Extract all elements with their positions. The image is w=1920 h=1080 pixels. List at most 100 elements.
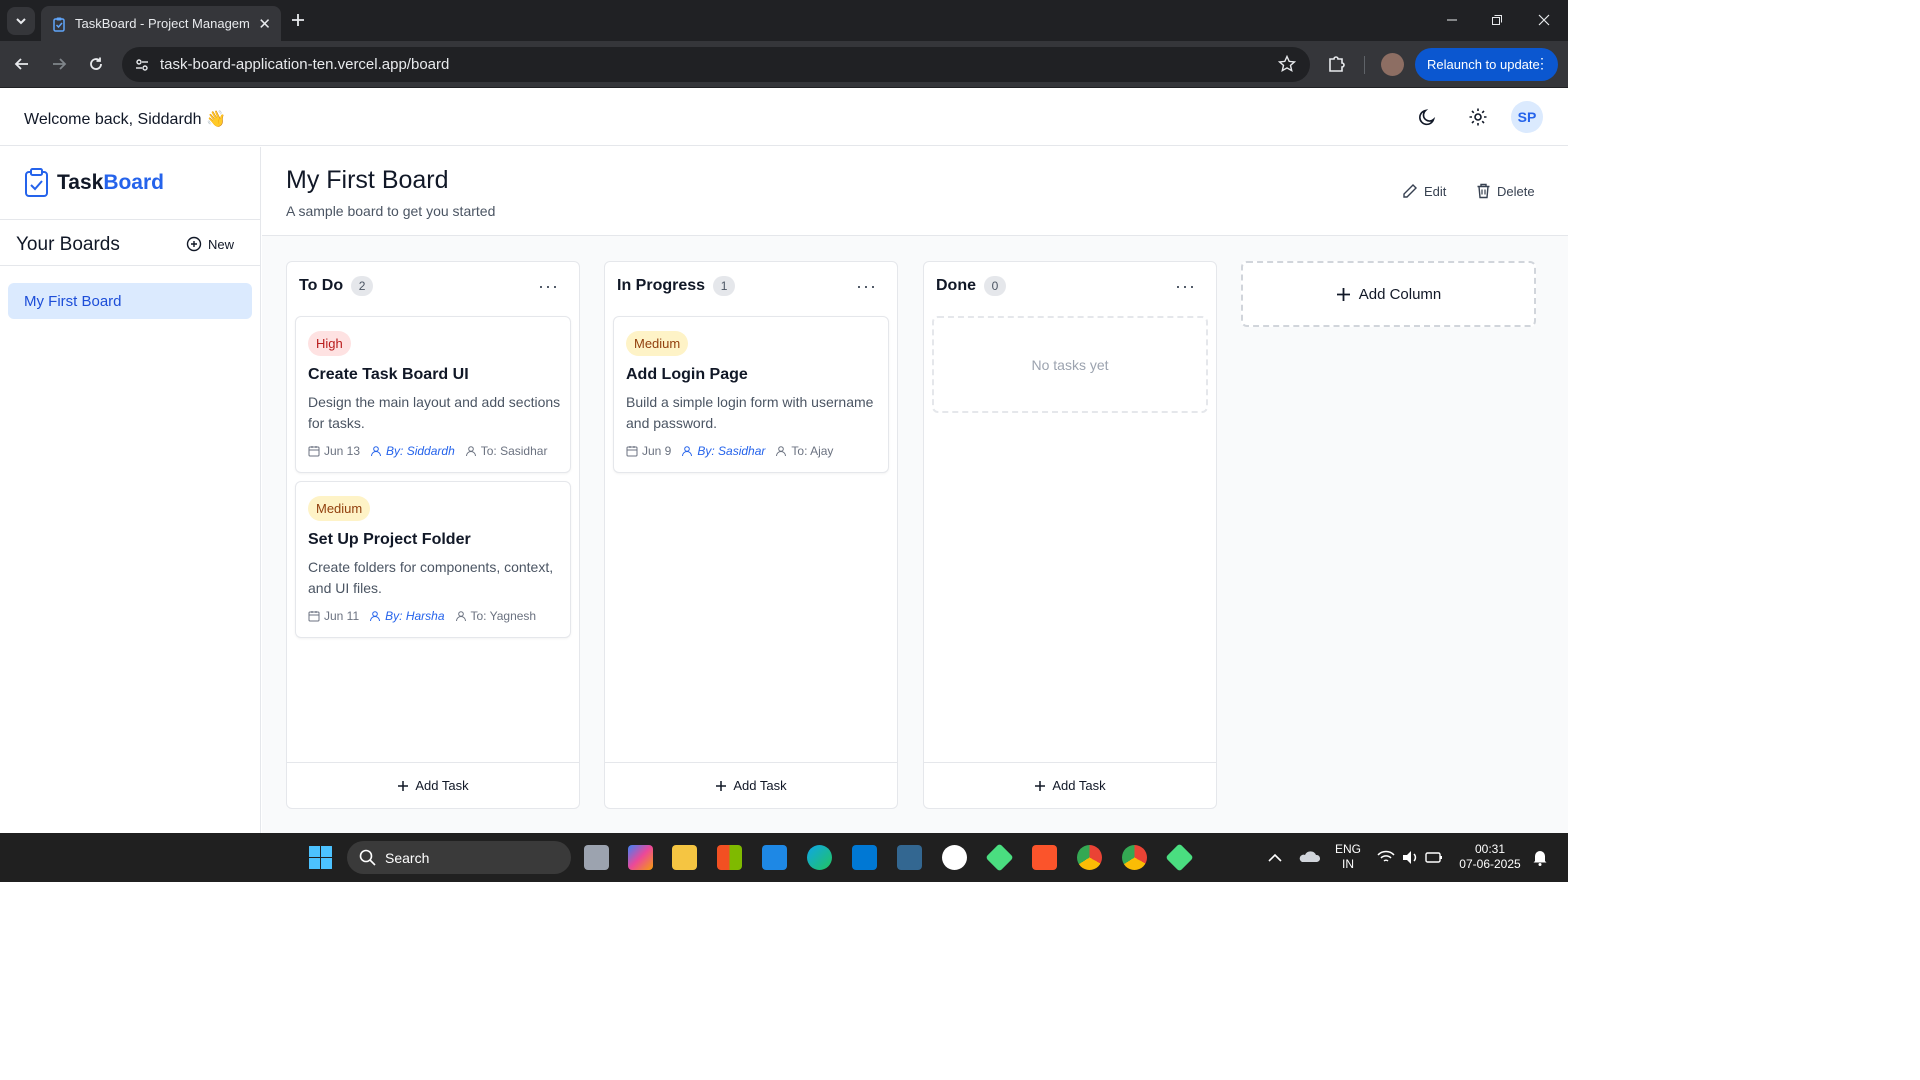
notification-bell-icon[interactable] [1530, 845, 1550, 870]
created-by-text: By: Sasidhar [697, 444, 766, 458]
new-board-label: New [208, 236, 235, 252]
task-card[interactable]: High Create Task Board UI Design the mai… [295, 316, 571, 473]
mongodb-compass-icon[interactable] [942, 845, 967, 870]
sidebar: TaskBoard Your Boards New My First Board [0, 147, 261, 833]
windows-start-icon[interactable] [308, 845, 333, 870]
task-title: Create Task Board UI [308, 366, 469, 383]
edit-board-button[interactable]: Edit [1402, 183, 1446, 199]
back-button[interactable] [10, 52, 34, 76]
chrome-icon[interactable] [1077, 845, 1102, 870]
add-column-label: Add Column [1358, 285, 1442, 303]
board-header: My First Board A sample board to get you… [262, 147, 1568, 236]
wifi-icon[interactable] [1376, 845, 1396, 870]
column-count-badge: 2 [351, 276, 374, 296]
close-tab-icon[interactable]: ✕ [258, 15, 271, 33]
windows-taskbar: Search ENG IN 00:31 07-06-2025 [0, 833, 1568, 882]
column-to-do: To Do 2 ··· High Create Task Board UI De… [286, 261, 580, 809]
column-header: Done 0 [936, 276, 1006, 296]
gear-icon [1469, 108, 1487, 126]
column-done: Done 0 ··· No tasks yet Add Task [923, 261, 1217, 809]
theme-toggle-button[interactable] [1417, 106, 1439, 128]
vscode-icon[interactable] [852, 845, 877, 870]
language-indicator[interactable]: ENG IN [1331, 842, 1365, 872]
delete-label: Delete [1497, 183, 1535, 199]
task-assignee: To: Ajay [775, 444, 833, 458]
brave-browser-icon[interactable] [1032, 845, 1057, 870]
plus-circle-icon [186, 236, 202, 252]
add-column-button[interactable]: Add Column [1241, 261, 1536, 327]
task-title: Add Login Page [626, 366, 748, 383]
welcome-message: Welcome back, Siddardh 👋 [24, 111, 226, 128]
settings-button[interactable] [1467, 106, 1489, 128]
calendar-icon [626, 446, 638, 457]
git-app-icon[interactable] [985, 843, 1014, 872]
browser-tab[interactable]: TaskBoard - Project Management ✕ [41, 6, 281, 41]
edge-browser-icon[interactable] [807, 845, 832, 870]
column-menu-icon[interactable]: ··· [538, 276, 559, 297]
column-menu-icon[interactable]: ··· [856, 276, 877, 297]
file-explorer-icon[interactable] [672, 845, 697, 870]
user-icon [465, 446, 476, 457]
task-card[interactable]: Medium Add Login Page Build a simple log… [613, 316, 889, 473]
delete-board-button[interactable]: Delete [1476, 183, 1535, 199]
taskbar-search[interactable]: Search [347, 841, 571, 874]
forward-button[interactable] [47, 52, 71, 76]
more-vertical-icon[interactable]: ⋮ [1535, 55, 1549, 72]
task-view-icon[interactable] [584, 845, 609, 870]
relaunch-button[interactable]: Relaunch to update ⋮ [1415, 48, 1558, 81]
restore-button[interactable] [1485, 8, 1509, 32]
created-by-text: By: Harsha [385, 609, 445, 623]
task-created-by: By: Siddardh [370, 444, 455, 458]
postgresql-icon[interactable] [897, 845, 922, 870]
reload-button[interactable] [84, 52, 108, 76]
tab-title: TaskBoard - Project Management [75, 16, 250, 31]
sidebar-item-my-first-board[interactable]: My First Board [8, 283, 252, 319]
edit-label: Edit [1424, 183, 1447, 199]
tab-search-button[interactable] [7, 7, 35, 35]
minimize-icon [1447, 19, 1457, 21]
address-bar[interactable]: task-board-application-ten.vercel.app/bo… [122, 47, 1310, 82]
extensions-icon[interactable] [1326, 53, 1348, 75]
minimize-button[interactable] [1440, 8, 1464, 32]
site-info-icon[interactable] [134, 57, 150, 73]
clock[interactable]: 00:31 07-06-2025 [1455, 842, 1525, 872]
profile-avatar[interactable] [1381, 53, 1404, 76]
battery-icon[interactable] [1424, 845, 1444, 870]
task-description: Create folders for components, context, … [308, 559, 554, 596]
brand-logo[interactable]: TaskBoard [24, 168, 164, 198]
user-icon [776, 446, 787, 457]
task-card[interactable]: Medium Set Up Project Folder Create fold… [295, 481, 571, 638]
close-window-button[interactable] [1532, 8, 1556, 32]
brand-name-part1: Task [57, 171, 104, 194]
column-title: To Do [299, 277, 344, 294]
chevron-up-icon[interactable] [1266, 845, 1284, 870]
new-board-button[interactable]: New [186, 236, 234, 252]
column-header: To Do 2 [299, 276, 374, 296]
relaunch-label: Relaunch to update [1427, 57, 1540, 72]
clock-time: 00:31 [1474, 842, 1506, 856]
user-avatar[interactable]: SP [1511, 101, 1543, 133]
chrome-profile-icon[interactable] [1122, 845, 1147, 870]
column-menu-icon[interactable]: ··· [1175, 276, 1196, 297]
microsoft-store-icon[interactable] [717, 845, 742, 870]
assignee-text: To: Sasidhar [480, 444, 548, 458]
add-task-button[interactable]: Add Task [287, 762, 579, 808]
add-task-label: Add Task [733, 778, 787, 793]
column-count-badge: 0 [984, 276, 1006, 296]
add-task-button[interactable]: Add Task [605, 762, 897, 808]
board-title: My First Board [286, 166, 449, 194]
copilot-icon[interactable] [628, 845, 653, 870]
browser-tab-strip: TaskBoard - Project Management ✕ [0, 0, 1568, 41]
toolbar-divider [1364, 56, 1365, 74]
task-due-date: Jun 9 [626, 444, 671, 458]
git-app-icon[interactable] [1165, 843, 1194, 872]
add-task-button[interactable]: Add Task [924, 762, 1216, 808]
bookmark-star-icon[interactable] [1278, 55, 1296, 73]
new-tab-button[interactable] [287, 9, 309, 31]
task-meta: Jun 13 By: Siddardh To: Sasidhar [308, 444, 557, 458]
user-icon [371, 446, 382, 457]
chevron-down-icon [16, 18, 26, 25]
mysql-workbench-icon[interactable] [762, 845, 787, 870]
volume-icon[interactable] [1400, 845, 1420, 870]
onedrive-cloud-icon[interactable] [1297, 845, 1322, 870]
